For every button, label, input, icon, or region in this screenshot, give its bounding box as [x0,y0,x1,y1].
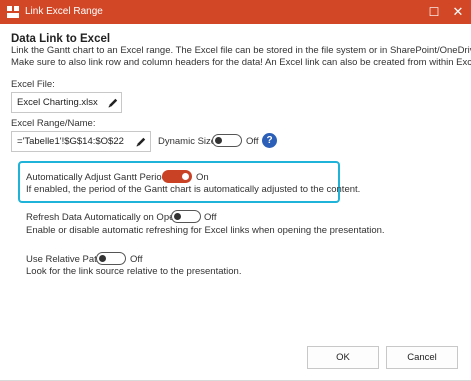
ok-button[interactable]: OK [307,346,379,369]
toggle-knob [215,137,222,144]
title-bar: Link Excel Range ☐ ✕ [0,0,471,24]
refresh-toggle[interactable] [171,210,201,223]
excel-file-value: Excel Charting.xlsx [17,97,98,108]
dynamic-size-label: Dynamic Size [158,136,217,147]
pencil-icon[interactable] [135,136,147,148]
window-title: Link Excel Range [25,6,103,17]
excel-file-label: Excel File: [11,79,55,90]
relative-path-toggle[interactable] [96,252,126,265]
dynamic-size-state: Off [246,136,259,147]
maximize-button[interactable]: ☐ [425,3,443,21]
auto-adjust-label: Automatically Adjust Gantt Period [26,172,167,183]
refresh-description: Enable or disable automatic refreshing f… [26,225,385,236]
toggle-knob [182,173,189,180]
think-cell-icon [7,6,19,18]
description-line-1: Link the Gantt chart to an Excel range. … [11,45,471,56]
excel-range-field[interactable]: ='Tabelle1'!$G$14:$O$22 [11,131,151,152]
section-title: Data Link to Excel [11,33,111,45]
auto-adjust-toggle[interactable] [162,170,192,183]
excel-range-value: ='Tabelle1'!$G$14:$O$22 [17,136,124,147]
auto-adjust-description: If enabled, the period of the Gantt char… [26,184,361,195]
relative-path-description: Look for the link source relative to the… [26,266,242,277]
description-line-2: Make sure to also link row and column he… [11,57,471,68]
refresh-label: Refresh Data Automatically on Open [26,212,180,223]
pencil-icon[interactable] [107,97,119,109]
help-icon[interactable]: ? [262,133,277,148]
dynamic-size-toggle[interactable] [212,134,242,147]
relative-path-label: Use Relative Path [26,254,103,265]
close-button[interactable]: ✕ [449,3,467,21]
cancel-button[interactable]: Cancel [386,346,458,369]
auto-adjust-state: On [196,172,209,183]
toggle-knob [99,255,106,262]
refresh-state: Off [204,212,217,223]
excel-range-label: Excel Range/Name: [11,118,96,129]
toggle-knob [174,213,181,220]
relative-path-state: Off [130,254,143,265]
excel-file-field[interactable]: Excel Charting.xlsx [11,92,122,113]
